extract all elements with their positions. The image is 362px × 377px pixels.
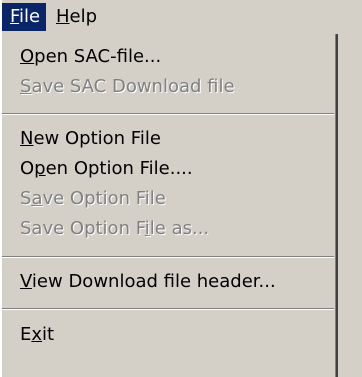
open-sac-file-label: pen SAC-file... xyxy=(34,46,162,67)
menu-file-accelerator: F xyxy=(10,6,20,27)
open-option-file-item[interactable]: Open Option File.... xyxy=(20,154,193,184)
view-download-file-header-item[interactable]: View Download file header... xyxy=(20,267,276,297)
new-option-file-label: ew Option File xyxy=(33,128,161,149)
open-option-file-label: en Option File.... xyxy=(45,158,193,179)
menu-help[interactable]: Help xyxy=(48,3,108,31)
application-window: File Help Open SAC-file... Save SAC Down… xyxy=(0,0,362,377)
window-background xyxy=(338,34,362,377)
menu-bar: File Help xyxy=(2,0,362,35)
save-option-file-as-label: le as... xyxy=(149,218,210,239)
exit-label-pre: E xyxy=(20,324,32,345)
menu-help-label: elp xyxy=(69,6,98,27)
menu-help-accelerator: H xyxy=(56,6,70,27)
save-option-file-label: ve Option File xyxy=(42,188,166,209)
exit-accelerator: x xyxy=(31,324,43,345)
menu-separator xyxy=(2,256,334,258)
save-sac-download-file-item: Save SAC Download file xyxy=(20,72,235,102)
view-download-file-header-label: iew Download file header... xyxy=(31,271,276,292)
exit-label: it xyxy=(42,324,55,345)
save-option-file-as-label-pre: Save Option F xyxy=(20,218,145,239)
save-option-file-item: Save Option File xyxy=(20,184,166,214)
file-menu-dropdown: Open SAC-file... Save SAC Download file … xyxy=(2,34,338,377)
menu-separator xyxy=(2,113,334,115)
open-sac-file-item[interactable]: Open SAC-file... xyxy=(20,42,161,72)
menu-file-label: ile xyxy=(19,6,41,27)
new-option-file-accelerator: N xyxy=(20,128,34,149)
save-sac-download-file-label: ave SAC Download file xyxy=(31,76,235,97)
open-option-file-accelerator: p xyxy=(34,158,46,179)
view-download-file-header-accelerator: V xyxy=(20,271,32,292)
open-option-file-label-pre: O xyxy=(20,158,35,179)
save-option-file-as-item: Save Option File as... xyxy=(20,214,209,244)
menu-separator xyxy=(2,308,334,310)
save-option-file-accelerator: a xyxy=(31,188,43,209)
open-sac-file-accelerator: O xyxy=(20,46,35,67)
exit-item[interactable]: Exit xyxy=(20,320,54,350)
save-sac-download-file-accelerator: S xyxy=(20,76,32,97)
new-option-file-item[interactable]: New Option File xyxy=(20,124,161,154)
save-option-file-label-pre: S xyxy=(20,188,32,209)
menu-file[interactable]: File xyxy=(2,3,46,31)
